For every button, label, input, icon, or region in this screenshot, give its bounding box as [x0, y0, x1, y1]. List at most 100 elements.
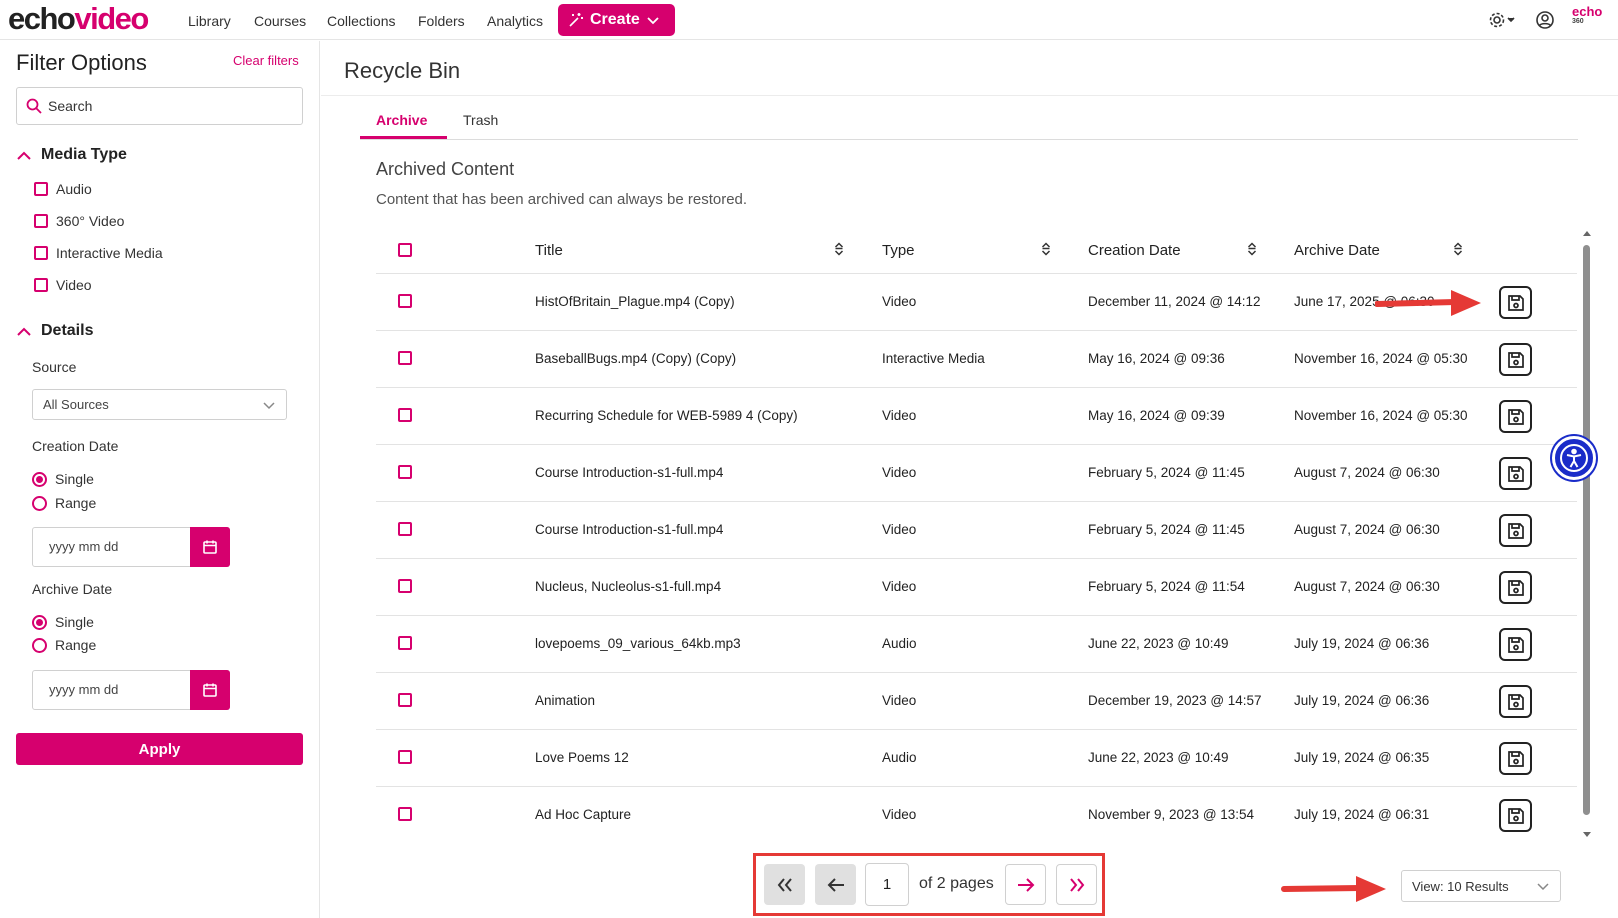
create-button[interactable]: Create [558, 4, 675, 36]
restore-button[interactable] [1499, 286, 1532, 319]
save-restore-icon [1507, 807, 1524, 824]
sort-icon[interactable] [1453, 241, 1463, 257]
restore-button[interactable] [1499, 514, 1532, 547]
creation-date-field[interactable]: yyyy mm dd [32, 527, 230, 567]
creation-date-range[interactable]: Range [32, 495, 96, 511]
restore-button[interactable] [1499, 799, 1532, 832]
radio[interactable] [32, 637, 47, 653]
arrow-right-icon [1017, 877, 1034, 892]
archive-date-field[interactable]: yyyy mm dd [32, 670, 230, 710]
creation-date-single[interactable]: Single [32, 471, 94, 487]
table-row: Course Introduction-s1-full.mp4 Video Febr… [376, 501, 1577, 558]
row-title[interactable]: Nucleus, Nucleolus-s1-full.mp4 [535, 579, 721, 594]
row-archive-date: July 19, 2024 @ 06:36 [1294, 636, 1430, 651]
sort-icon[interactable] [1247, 241, 1257, 257]
row-checkbox[interactable] [398, 465, 412, 479]
row-title[interactable]: Animation [535, 693, 595, 708]
scroll-up-icon[interactable] [1583, 230, 1591, 236]
column-header-type[interactable]: Type [882, 242, 915, 259]
nav-analytics[interactable]: Analytics [487, 13, 543, 29]
row-title[interactable]: Course Introduction-s1-full.mp4 [535, 522, 723, 537]
nav-library[interactable]: Library [188, 13, 231, 29]
checkbox[interactable] [34, 182, 48, 196]
row-title[interactable]: Recurring Schedule for WEB-5989 4 (Copy) [535, 408, 798, 423]
row-checkbox[interactable] [398, 693, 412, 707]
tab-trash[interactable]: Trash [463, 112, 498, 128]
checkbox[interactable] [34, 278, 48, 292]
select-all-checkbox[interactable] [398, 243, 412, 257]
nav-folders[interactable]: Folders [418, 13, 465, 29]
row-checkbox[interactable] [398, 522, 412, 536]
save-restore-icon [1507, 351, 1524, 368]
archive-date-range[interactable]: Range [32, 637, 96, 653]
row-checkbox[interactable] [398, 408, 412, 422]
row-title[interactable]: BaseballBugs.mp4 (Copy) (Copy) [535, 351, 736, 366]
row-title[interactable]: Course Introduction-s1-full.mp4 [535, 465, 723, 480]
media-type-audio[interactable]: Audio [34, 181, 92, 197]
page-number-input[interactable]: 1 [865, 863, 909, 906]
previous-page-button[interactable] [815, 864, 856, 905]
row-checkbox[interactable] [398, 636, 412, 650]
accessibility-button[interactable] [1552, 436, 1596, 480]
row-title[interactable]: Ad Hoc Capture [535, 807, 631, 822]
table-row: Nucleus, Nucleolus-s1-full.mp4 Video Febru… [376, 558, 1577, 615]
apply-button[interactable]: Apply [16, 733, 303, 765]
next-page-button[interactable] [1005, 864, 1046, 905]
scrollbar-thumb[interactable] [1583, 245, 1590, 815]
sort-icon[interactable] [834, 241, 844, 257]
calendar-button[interactable] [190, 527, 230, 567]
echo360-logo-bottom: 360 [1572, 18, 1584, 25]
settings-menu[interactable] [1488, 10, 1516, 35]
restore-button[interactable] [1499, 685, 1532, 718]
user-account-button[interactable] [1535, 10, 1555, 35]
search-input[interactable]: Search [16, 87, 303, 125]
nav-collections[interactable]: Collections [327, 13, 395, 29]
echovideo-logo[interactable]: echovideo [8, 2, 149, 36]
row-type: Video [882, 465, 917, 480]
checkbox[interactable] [34, 214, 48, 228]
tab-archive[interactable]: Archive [376, 112, 427, 128]
row-creation-date: November 9, 2023 @ 13:54 [1088, 807, 1255, 822]
row-title[interactable]: HistOfBritain_Plague.mp4 (Copy) [535, 294, 735, 309]
results-per-page-select[interactable]: View: 10 Results [1401, 870, 1561, 902]
row-checkbox[interactable] [398, 807, 412, 821]
row-checkbox[interactable] [398, 750, 412, 764]
scroll-down-icon[interactable] [1583, 832, 1591, 838]
restore-button[interactable] [1499, 343, 1532, 376]
row-checkbox[interactable] [398, 294, 412, 308]
magic-wand-icon [569, 13, 583, 27]
media-type-toggle[interactable]: Media Type [16, 146, 127, 164]
annotation-arrow-icon [1375, 290, 1481, 316]
clear-filters-link[interactable]: Clear filters [233, 53, 299, 68]
restore-button[interactable] [1499, 628, 1532, 661]
media-type-video[interactable]: Video [34, 277, 92, 293]
radio-selected[interactable] [32, 471, 47, 487]
row-checkbox[interactable] [398, 579, 412, 593]
sort-icon[interactable] [1041, 241, 1051, 257]
restore-button[interactable] [1499, 742, 1532, 775]
archive-date-single[interactable]: Single [32, 614, 94, 630]
column-header-creation-date[interactable]: Creation Date [1088, 242, 1181, 259]
radio[interactable] [32, 495, 47, 511]
restore-button[interactable] [1499, 400, 1532, 433]
media-type-360-video[interactable]: 360° Video [34, 213, 124, 229]
row-title[interactable]: Love Poems 12 [535, 750, 629, 765]
row-title[interactable]: lovepoems_09_various_64kb.mp3 [535, 636, 741, 651]
echo360-logo[interactable]: echo 360 [1572, 5, 1602, 26]
checkbox[interactable] [34, 246, 48, 260]
row-checkbox[interactable] [398, 351, 412, 365]
media-type-interactive[interactable]: Interactive Media [34, 245, 163, 261]
column-header-archive-date[interactable]: Archive Date [1294, 242, 1380, 259]
first-page-button[interactable] [764, 864, 805, 905]
row-archive-date: August 7, 2024 @ 06:30 [1294, 465, 1440, 480]
restore-button[interactable] [1499, 457, 1532, 490]
source-select[interactable]: All Sources [32, 389, 287, 420]
details-toggle[interactable]: Details [16, 322, 93, 340]
calendar-icon [203, 683, 217, 697]
radio-selected[interactable] [32, 614, 47, 630]
calendar-button[interactable] [190, 670, 230, 710]
column-header-title[interactable]: Title [535, 242, 563, 259]
restore-button[interactable] [1499, 571, 1532, 604]
nav-courses[interactable]: Courses [254, 13, 306, 29]
last-page-button[interactable] [1056, 864, 1097, 905]
